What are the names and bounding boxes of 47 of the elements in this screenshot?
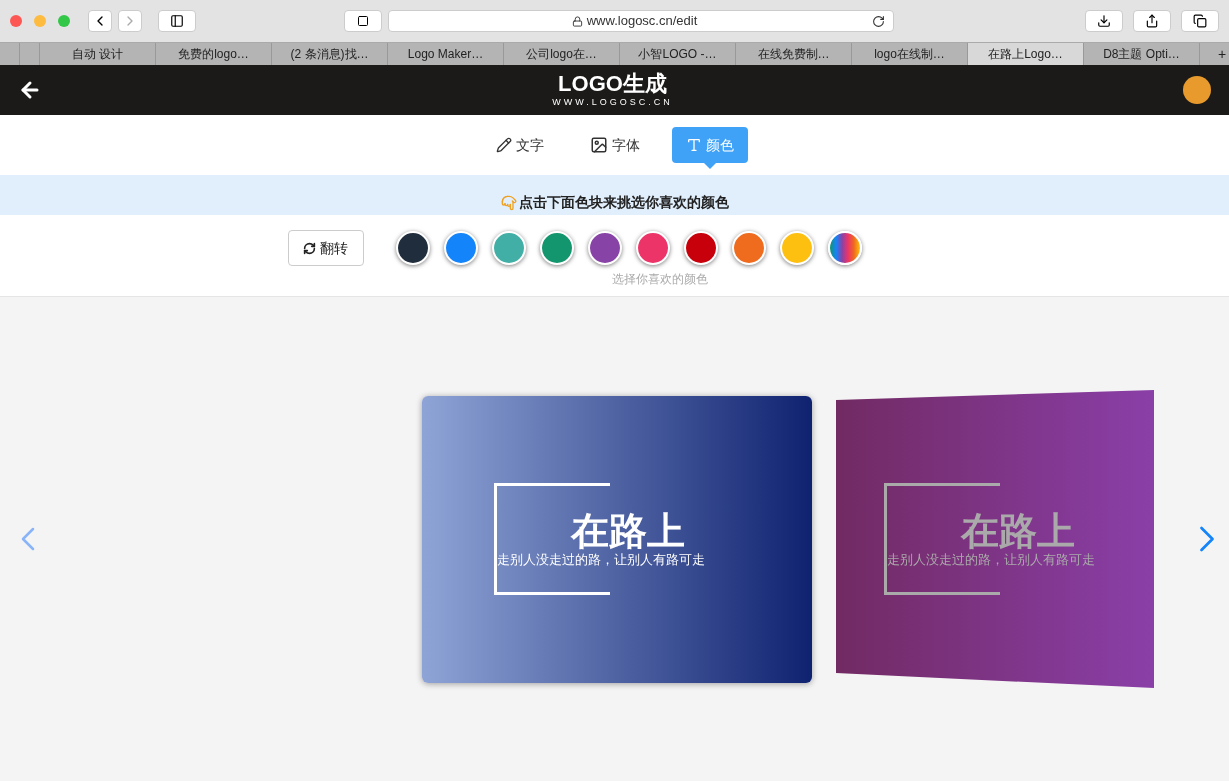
color-swatch[interactable] [443, 231, 478, 265]
address-bar[interactable]: www.logosc.cn/edit [388, 10, 894, 32]
editor-tab[interactable]: 文字 [481, 127, 558, 163]
logo-preview-card[interactable]: 在路上 走别人没走过的路，让别人有路可走 [422, 395, 812, 683]
share-button[interactable] [1133, 10, 1171, 32]
site-domain: WWW.LOGOSC.CN [552, 96, 673, 108]
reader-icon [357, 15, 369, 27]
new-tab-button[interactable]: + [1215, 43, 1229, 65]
tab-pointer [703, 163, 716, 169]
color-swatch[interactable] [539, 231, 574, 265]
color-hint: 点击下面色块来挑选你喜欢的颜色 [518, 193, 729, 212]
download-button[interactable] [1085, 10, 1123, 32]
download-icon [1097, 14, 1111, 28]
color-swatch[interactable] [683, 231, 718, 265]
flip-button[interactable]: 翻转 [287, 230, 364, 266]
reload-icon[interactable] [872, 14, 885, 28]
logo-preview-card[interactable]: 在路上 走别人没走过的路，让别人有路可走 [836, 390, 1154, 688]
color-swatch[interactable] [731, 231, 766, 265]
tabs-icon [1193, 14, 1207, 28]
color-swatch[interactable] [395, 231, 430, 265]
color-swatch[interactable] [587, 231, 622, 265]
logo-title: 在路上 [961, 510, 1075, 552]
refresh-icon [303, 241, 316, 255]
reader-button[interactable] [344, 10, 382, 32]
sidebar-icon [170, 14, 184, 28]
letter-icon [685, 137, 702, 153]
color-swatch[interactable] [635, 231, 670, 265]
pointing-hand-icon [500, 195, 517, 211]
swatch-caption: 选择你喜欢的颜色 [611, 271, 708, 288]
color-swatch[interactable] [491, 231, 526, 265]
tabs-overview-button[interactable] [1181, 10, 1219, 32]
editor-tab[interactable]: 字体 [575, 127, 654, 163]
share-icon [1145, 14, 1159, 28]
color-swatch[interactable] [827, 231, 862, 265]
user-avatar[interactable] [1183, 76, 1211, 104]
lock-icon [571, 15, 583, 27]
color-swatch[interactable] [779, 231, 814, 265]
sidebar-button[interactable] [158, 10, 196, 32]
back-button[interactable] [88, 10, 112, 32]
logo-slogan: 走别人没走过的路，让别人有路可走 [887, 552, 1095, 568]
logo-title: 在路上 [571, 510, 685, 552]
url-text: www.logosc.cn/edit [586, 12, 698, 31]
image-icon [589, 136, 608, 154]
pencil-icon [495, 137, 512, 153]
browser-tab[interactable]: 在路上Logo… [968, 43, 1084, 65]
logo-slogan: 走别人没走过的路，让别人有路可走 [497, 552, 705, 568]
site-logo: LOGO生成 [558, 72, 667, 96]
